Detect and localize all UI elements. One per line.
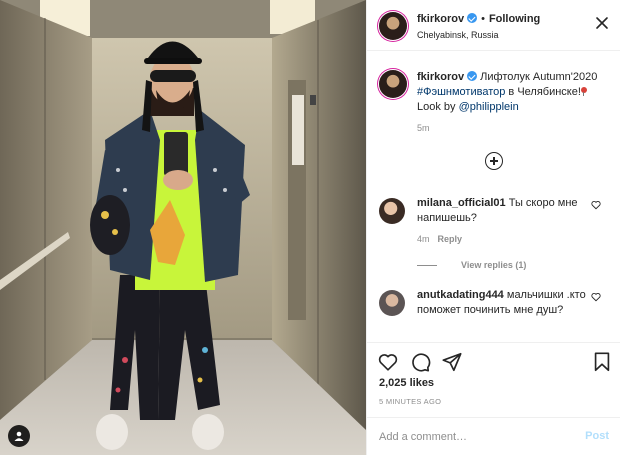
comment-meta: 4m Reply — [417, 234, 462, 244]
pin-emoji-icon — [580, 87, 587, 96]
tag-user-icon[interactable] — [8, 425, 30, 447]
replies-divider-line — [417, 265, 437, 267]
comment-username[interactable]: milana_official01 — [417, 197, 506, 209]
post-photo[interactable] — [0, 0, 366, 455]
post-time-ago[interactable]: 5 MINUTES AGO — [379, 397, 441, 406]
caption-hashtag[interactable]: #Фэшнмотиватор — [417, 86, 505, 98]
comment-text: anutkadating444 мальчишки .кто поможет п… — [417, 288, 587, 318]
caption-username[interactable]: fkirkorov — [417, 71, 464, 83]
likes-count[interactable]: 2,025 likes — [379, 377, 434, 389]
following-button[interactable]: Following — [489, 13, 540, 25]
caption-mention[interactable]: @philipplein — [459, 101, 519, 113]
post-location[interactable]: Chelyabinsk, Russia — [417, 30, 499, 40]
save-icon[interactable] — [591, 351, 613, 373]
author-username[interactable]: fkirkorov — [417, 13, 464, 25]
post-action-bar — [367, 342, 620, 382]
view-replies-label: View replies (1) — [461, 260, 527, 270]
elevator-selfie-image — [0, 0, 366, 455]
add-comment-input[interactable] — [379, 429, 569, 445]
share-icon[interactable] — [441, 351, 463, 373]
more-comments-icon[interactable] — [485, 152, 503, 170]
caption-timestamp[interactable]: 5m — [417, 123, 430, 133]
add-comment-bar: Post — [367, 417, 620, 455]
separator-dot: • — [481, 13, 485, 25]
post-details-pane: fkirkorov • Following Chelyabinsk, Russia … — [366, 0, 620, 455]
view-replies-button[interactable]: View replies (1) — [417, 260, 526, 270]
comment-time[interactable]: 4m — [417, 234, 430, 244]
comment-avatar[interactable] — [379, 290, 405, 316]
comment-username[interactable]: anutkadating444 — [417, 289, 504, 301]
verified-icon — [467, 71, 478, 81]
verified-icon — [467, 13, 478, 23]
comment-text: milana_official01 Ты скоро мне напишешь? — [417, 196, 587, 226]
caption-look-text: Look by — [417, 101, 459, 113]
comment-avatar[interactable] — [379, 198, 405, 224]
heart-icon[interactable] — [377, 351, 399, 373]
author-avatar[interactable] — [379, 12, 407, 40]
caption-text-mid: в Челябинске! — [505, 86, 581, 98]
reply-button[interactable]: Reply — [438, 234, 463, 244]
comment-heart-icon[interactable] — [591, 292, 601, 302]
caption-author-avatar[interactable] — [379, 70, 407, 98]
header-user-line: fkirkorov • Following — [417, 13, 540, 25]
post-comment-button[interactable]: Post — [585, 430, 609, 442]
caption-text-start: Лифтолук Autumn'2020 — [480, 71, 598, 83]
post-header: fkirkorov • Following Chelyabinsk, Russia — [367, 0, 620, 51]
comment-heart-icon[interactable] — [591, 200, 601, 210]
close-icon[interactable] — [595, 16, 609, 30]
comment-icon[interactable] — [409, 351, 431, 373]
caption-text: fkirkorov Лифтолук Autumn'2020 #Фэшнмоти… — [417, 70, 613, 115]
